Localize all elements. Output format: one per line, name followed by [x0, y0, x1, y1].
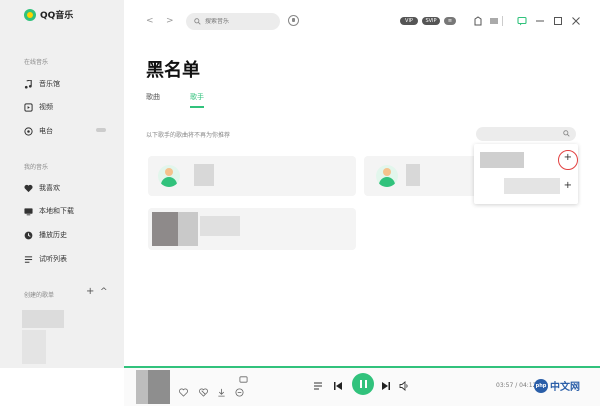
sidebar-item-label: 我喜欢 — [39, 184, 60, 192]
add-to-blacklist-button[interactable]: + — [564, 181, 572, 191]
sidebar-item-label: 电台 — [39, 127, 53, 135]
popup-search-box[interactable] — [476, 127, 576, 141]
collapse-playlists-button[interactable]: ^ — [100, 287, 108, 297]
maximize-icon[interactable] — [552, 15, 563, 26]
blocked-singer-card[interactable] — [148, 208, 356, 250]
sidebar-item-local-download[interactable]: 本地和下载 — [24, 204, 114, 218]
microphone-icon[interactable] — [288, 15, 299, 26]
tab-bar: 歌曲 歌手 — [146, 92, 234, 108]
singer-name-blurred — [200, 216, 240, 236]
search-input[interactable] — [205, 18, 275, 25]
qq-music-logo-icon — [24, 8, 36, 21]
minimize-icon[interactable] — [534, 15, 545, 26]
message-icon[interactable] — [516, 15, 527, 26]
singer-search-input[interactable] — [484, 130, 554, 138]
app-logo[interactable]: QQ音乐 — [24, 8, 73, 21]
singer-photo-blurred — [178, 212, 198, 246]
pause-icon — [359, 380, 362, 388]
dislike-icon[interactable] — [198, 387, 208, 397]
sidebar-item-radio[interactable]: 电台 — [24, 124, 114, 138]
music-note-icon — [24, 79, 33, 89]
sidebar-item-video[interactable]: 视频 — [24, 100, 114, 114]
main-content: < > VIP SVIP ≡ 黑名单 歌曲 歌手 — [124, 0, 600, 368]
close-icon[interactable] — [570, 15, 581, 26]
sidebar-item-favorites[interactable]: 我喜欢 — [24, 181, 114, 195]
tab-songs[interactable]: 歌曲 — [146, 92, 160, 106]
clock-icon — [24, 231, 33, 240]
playlist-item-blurred[interactable] — [22, 310, 64, 328]
forward-button[interactable]: > — [166, 16, 174, 26]
singer-avatar — [376, 165, 398, 187]
album-cover-blurred — [148, 370, 170, 404]
site-watermark: php 中文网 — [534, 378, 580, 393]
pause-button[interactable] — [352, 373, 374, 395]
vip-badge[interactable]: VIP — [400, 17, 418, 25]
wallet-badge[interactable]: ≡ — [444, 17, 456, 25]
blacklist-hint: 以下歌手的歌曲将不再为你推荐 — [146, 132, 231, 139]
singer-avatar — [158, 165, 180, 187]
playback-time: 03:57 / 04:12 — [496, 382, 537, 389]
blocked-singer-card[interactable] — [148, 156, 356, 196]
top-bar: < > VIP SVIP ≡ — [124, 0, 600, 44]
list-icon — [24, 255, 33, 264]
sidebar-item-history[interactable]: 播放历史 — [24, 228, 114, 242]
heart-icon — [24, 184, 33, 193]
result-name-blurred — [504, 178, 560, 194]
sidebar-item-label: 本地和下载 — [39, 207, 74, 215]
settings-icon[interactable] — [488, 15, 499, 26]
download-icon[interactable] — [216, 387, 226, 397]
search-icon — [194, 18, 201, 25]
previous-track-icon[interactable] — [332, 380, 344, 392]
video-icon — [24, 102, 33, 112]
top-divider — [502, 16, 503, 26]
highlight-ring — [558, 150, 578, 170]
svip-badge[interactable]: SVIP — [422, 17, 440, 25]
result-name-blurred — [480, 152, 524, 168]
singer-name-blurred — [406, 164, 420, 186]
section-title-online: 在线音乐 — [24, 59, 49, 66]
playlist-item-blurred[interactable] — [22, 330, 46, 364]
sidebar-item-music-hall[interactable]: 音乐馆 — [24, 77, 114, 91]
add-playlist-button[interactable]: + — [86, 287, 94, 297]
next-track-icon[interactable] — [380, 380, 392, 392]
tab-singers[interactable]: 歌手 — [190, 92, 204, 108]
sidebar-item-label: 试听列表 — [39, 255, 67, 263]
php-logo: php — [534, 378, 548, 393]
skin-icon[interactable] — [472, 15, 483, 26]
sidebar-item-label: 音乐馆 — [39, 80, 60, 88]
radio-icon — [24, 126, 33, 136]
sidebar-item-label: 播放历史 — [39, 231, 67, 239]
heart-outline-icon[interactable] — [178, 387, 188, 397]
player-bar: 03:57 / 04:12 — [124, 368, 600, 406]
section-title-my-music: 我的音乐 — [24, 164, 49, 171]
song-detail-icon[interactable] — [238, 374, 248, 384]
sidebar-item-label: 视频 — [39, 103, 53, 111]
app-name: QQ音乐 — [40, 11, 74, 21]
search-result-row[interactable]: + — [474, 174, 578, 200]
radio-status-blur — [96, 128, 106, 132]
back-button[interactable]: < — [146, 16, 154, 26]
page-title: 黑名单 — [146, 60, 200, 81]
sidebar-item-trial-list[interactable]: 试听列表 — [24, 252, 114, 266]
search-icon — [563, 130, 570, 137]
singer-name-blurred — [194, 164, 214, 186]
search-box[interactable] — [186, 13, 280, 30]
sidebar: QQ音乐 在线音乐 音乐馆 视频 电台 我的音乐 我喜欢 本地和下载 播放历史 … — [0, 0, 124, 368]
volume-icon[interactable] — [398, 380, 410, 392]
playlist-mode-icon[interactable] — [312, 380, 324, 392]
monitor-icon — [24, 207, 33, 216]
comment-icon[interactable] — [234, 387, 244, 397]
watermark-text: 中文网 — [550, 382, 580, 393]
section-title-created-playlists: 创建的歌单 — [24, 292, 55, 299]
